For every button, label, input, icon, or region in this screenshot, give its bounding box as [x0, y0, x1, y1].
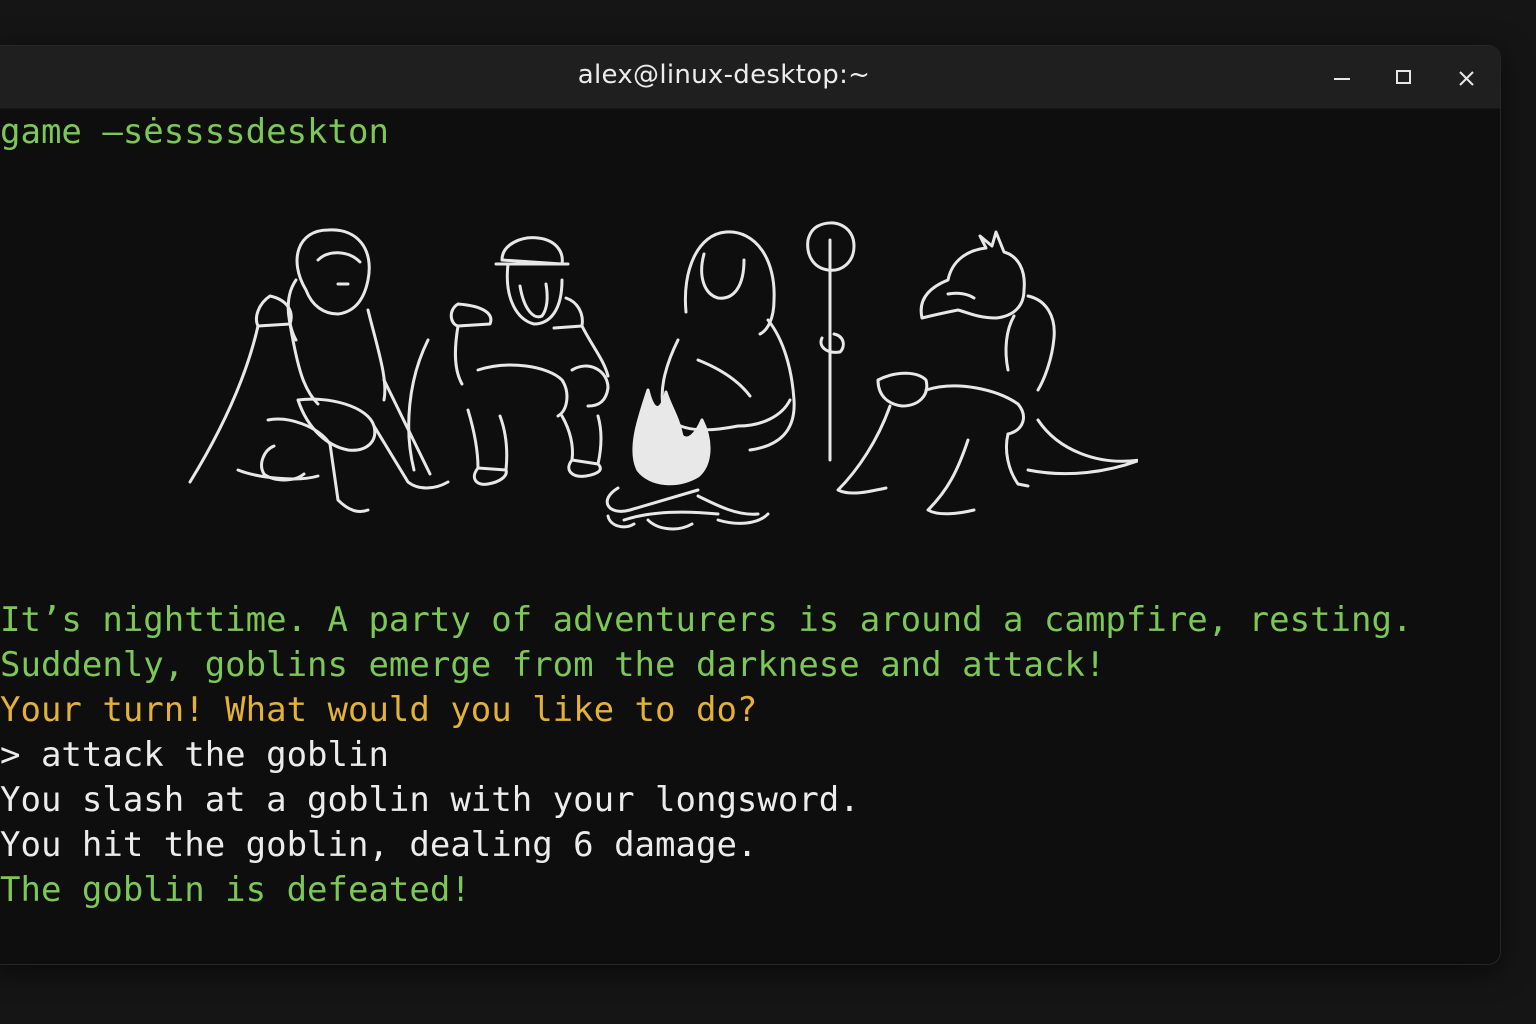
turn-prompt: Your turn! What would you like to do?	[0, 690, 758, 730]
terminal-content[interactable]: game —sėssssdeskton It’s nighttime. A pa…	[0, 108, 1500, 964]
campfire-party-illustration	[188, 221, 1138, 531]
window-title: alex@linux-desktop:~	[577, 60, 871, 90]
dwarf-figure	[449, 236, 610, 486]
hooded-mage-figure	[660, 221, 856, 462]
command-input-line[interactable]: > attack the goblin	[0, 735, 389, 775]
close-button[interactable]	[1446, 58, 1486, 98]
story-line-1: It’s nighttime. A party of adventurers i…	[0, 600, 1413, 640]
dragonborn-figure	[836, 230, 1138, 516]
session-header: game —sėssssdeskton	[0, 112, 389, 152]
result-line-2: You hit the goblin, dealing 6 damage.	[0, 825, 758, 865]
title-bar[interactable]: alex@linux-desktop:~	[0, 46, 1500, 109]
terminal-window: alex@linux-desktop:~ game —sėssssdeskton	[0, 46, 1500, 964]
close-icon	[1459, 71, 1474, 86]
result-line-3: The goblin is defeated!	[0, 870, 471, 910]
result-line-1: You slash at a goblin with your longswor…	[0, 780, 860, 820]
minimize-button[interactable]	[1322, 58, 1362, 98]
elf-ranger-figure	[188, 228, 450, 514]
maximize-button[interactable]	[1384, 58, 1424, 98]
campfire-icon	[605, 388, 770, 531]
maximize-icon	[1396, 70, 1411, 84]
minimize-icon	[1334, 78, 1350, 80]
story-line-2: Suddenly, goblins emerge from the darkne…	[0, 645, 1106, 685]
